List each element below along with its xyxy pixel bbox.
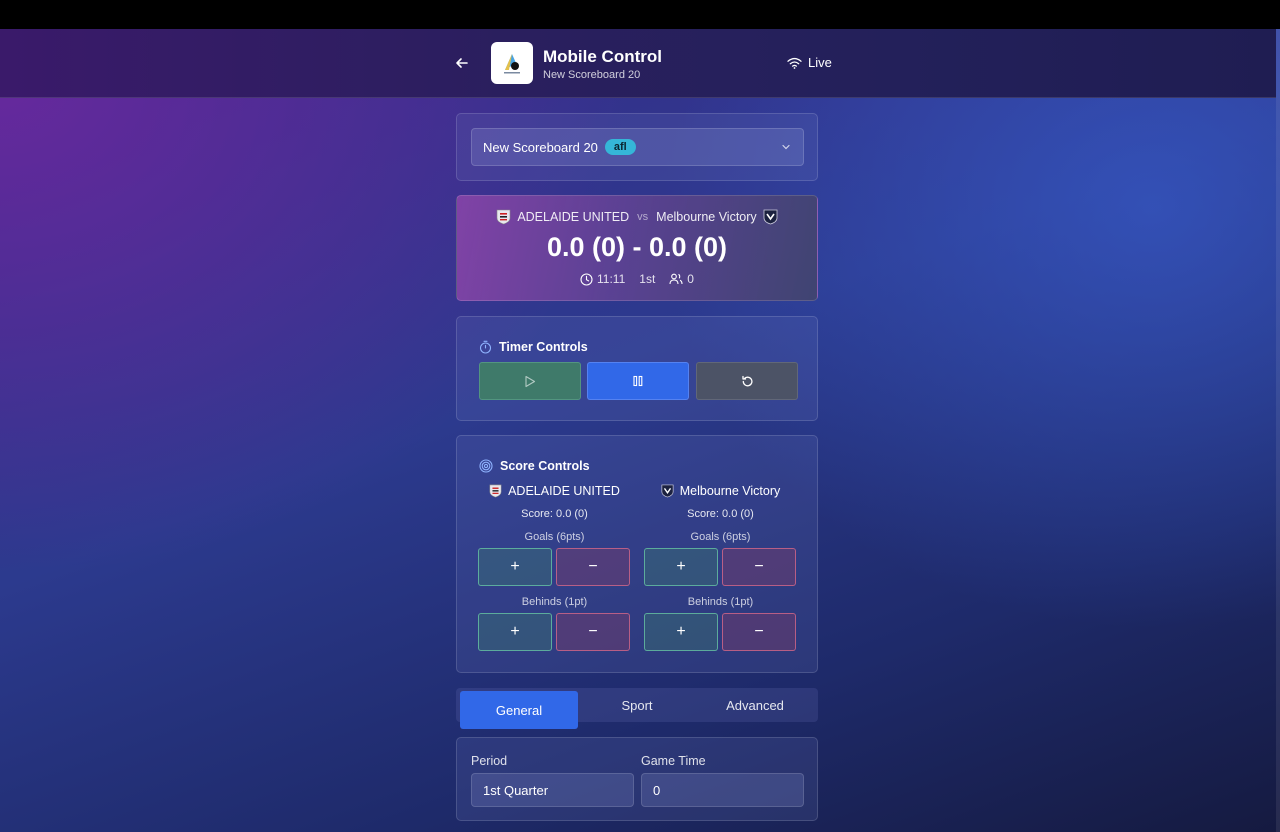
scoreboard-selector-card: New Scoreboard 20 afl bbox=[456, 113, 818, 181]
home-goals-buttons: + − bbox=[478, 548, 631, 586]
clock-icon bbox=[580, 272, 593, 286]
score-controls-card: Score Controls ADELAIDE UNITED Score: 0.… bbox=[456, 435, 818, 673]
timer-controls-card: Timer Controls bbox=[456, 316, 818, 421]
away-team-crest-icon bbox=[661, 484, 674, 498]
match-score: 0.0 (0) - 0.0 (0) bbox=[546, 232, 728, 262]
home-behind-add-button[interactable]: + bbox=[478, 613, 552, 651]
chevron-down-icon bbox=[782, 144, 790, 150]
home-behinds-label: Behinds (1pt) bbox=[521, 596, 588, 608]
timer-controls-title: Timer Controls bbox=[499, 340, 588, 354]
away-team-label: Melbourne Victory bbox=[679, 484, 781, 498]
match-period: 1st bbox=[639, 272, 656, 286]
vs-label: vs bbox=[637, 211, 649, 223]
back-button[interactable] bbox=[452, 53, 472, 73]
scoreboard-select[interactable]: New Scoreboard 20 afl bbox=[471, 128, 804, 166]
match-meta: 11:11 1st 0 bbox=[457, 272, 817, 286]
home-team-score-column: ADELAIDE UNITED Score: 0.0 (0) Goals (6p… bbox=[478, 482, 631, 651]
home-team-label: ADELAIDE UNITED bbox=[508, 484, 620, 498]
away-behind-subtract-button[interactable]: − bbox=[722, 613, 796, 651]
target-icon bbox=[479, 459, 493, 473]
away-behinds-buttons: + − bbox=[644, 613, 797, 651]
stopwatch-icon bbox=[479, 340, 492, 354]
away-team-header: Melbourne Victory bbox=[644, 482, 797, 500]
pause-timer-button[interactable] bbox=[587, 362, 689, 400]
game-time-label: Game Time bbox=[641, 754, 706, 768]
pause-icon bbox=[633, 375, 643, 387]
reset-timer-button[interactable] bbox=[696, 362, 798, 400]
home-team-header: ADELAIDE UNITED bbox=[478, 482, 631, 500]
general-settings-card: Period 1st Quarter Game Time 0 bbox=[456, 737, 818, 821]
tab-sport[interactable]: Sport bbox=[578, 688, 696, 722]
home-goals-label: Goals (6pts) bbox=[524, 531, 585, 543]
match-time: 11:11 bbox=[580, 272, 625, 286]
away-team-score: Score: 0.0 (0) bbox=[687, 508, 754, 520]
arrow-left-icon bbox=[456, 58, 468, 68]
home-behind-subtract-button[interactable]: − bbox=[556, 613, 630, 651]
home-team-crest-icon bbox=[489, 484, 502, 498]
match-time-value: 11:11 bbox=[597, 272, 626, 286]
away-goals-buttons: + − bbox=[644, 548, 797, 586]
home-team-crest-icon bbox=[497, 209, 511, 225]
away-behinds-label: Behinds (1pt) bbox=[687, 596, 754, 608]
home-team-score: Score: 0.0 (0) bbox=[521, 508, 588, 520]
tab-advanced[interactable]: Advanced bbox=[696, 688, 814, 722]
logo-mark-icon bbox=[504, 54, 520, 74]
away-goal-subtract-button[interactable]: − bbox=[722, 548, 796, 586]
settings-tabs: General Sport Advanced bbox=[456, 688, 818, 729]
rotate-ccw-icon bbox=[741, 375, 753, 386]
home-behinds-buttons: + − bbox=[478, 613, 631, 651]
start-timer-button[interactable] bbox=[479, 362, 581, 400]
app-logo bbox=[491, 42, 533, 84]
match-attendance: 0 bbox=[669, 272, 694, 286]
tab-general[interactable]: General bbox=[460, 691, 578, 729]
home-team-name: ADELAIDE UNITED bbox=[517, 210, 630, 224]
away-goal-add-button[interactable]: + bbox=[644, 548, 718, 586]
users-icon bbox=[669, 273, 683, 285]
attendance-value: 0 bbox=[687, 272, 694, 286]
period-select[interactable]: 1st Quarter bbox=[471, 773, 634, 807]
page-subtitle: New Scoreboard 20 bbox=[543, 69, 641, 81]
timer-controls-heading: Timer Controls bbox=[479, 340, 588, 354]
away-team-name: Melbourne Victory bbox=[656, 210, 757, 224]
home-goal-add-button[interactable]: + bbox=[478, 548, 552, 586]
game-time-input[interactable]: 0 bbox=[641, 773, 804, 807]
period-label: Period bbox=[471, 754, 508, 768]
score-controls-heading: Score Controls bbox=[479, 459, 590, 473]
sport-badge: afl bbox=[604, 139, 636, 155]
home-goal-subtract-button[interactable]: − bbox=[556, 548, 630, 586]
scoreboard-select-value: New Scoreboard 20 bbox=[483, 139, 598, 155]
teams-line: ADELAIDE UNITED vs Melbourne Victory bbox=[457, 209, 817, 225]
wifi-icon bbox=[787, 57, 802, 69]
away-team-score-column: Melbourne Victory Score: 0.0 (0) Goals (… bbox=[644, 482, 797, 651]
scrollbar-track[interactable] bbox=[1276, 29, 1280, 832]
away-team-crest-icon bbox=[763, 209, 778, 225]
live-label: Live bbox=[808, 55, 832, 70]
away-goals-label: Goals (6pts) bbox=[690, 531, 751, 543]
away-behind-add-button[interactable]: + bbox=[644, 613, 718, 651]
window-top-bar bbox=[0, 0, 1280, 29]
match-summary-card: ADELAIDE UNITED vs Melbourne Victory 0.0… bbox=[456, 195, 818, 301]
page-title: Mobile Control bbox=[543, 47, 662, 66]
live-status: Live bbox=[787, 55, 832, 70]
play-icon bbox=[525, 375, 536, 387]
score-controls-title: Score Controls bbox=[500, 459, 590, 473]
app-header: Mobile Control New Scoreboard 20 Live bbox=[0, 29, 1276, 98]
